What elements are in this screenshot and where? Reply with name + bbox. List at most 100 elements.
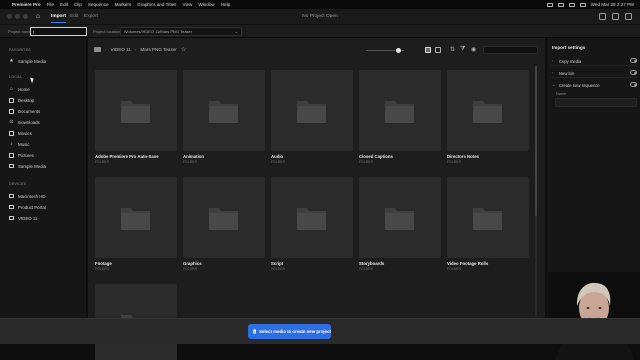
select-media-prompt[interactable]: i Select media to create new project <box>248 324 331 339</box>
sidebar-item-label: Desktop <box>18 97 35 103</box>
sidebar-item-desktop[interactable]: Desktop <box>9 96 34 104</box>
tab-edit[interactable]: Edit <box>70 14 78 19</box>
sidebar-item-video-11[interactable]: VIDEO 11 <box>9 214 37 222</box>
scrollbar[interactable] <box>535 66 537 316</box>
minimize-window-button[interactable] <box>15 14 20 19</box>
project-name-input[interactable]: | <box>30 27 87 36</box>
folder-name: Closed Captions <box>359 154 393 159</box>
folder-thumbnail[interactable] <box>271 70 353 151</box>
sidebar-item-product-portal[interactable]: Product Portal <box>9 203 46 211</box>
folder-thumbnail[interactable] <box>183 70 265 151</box>
folder-thumbnail[interactable] <box>95 177 177 258</box>
menu-clip[interactable]: Clip <box>74 2 82 7</box>
folder-name: Directors Notes <box>447 154 479 159</box>
menu-graphics-and-titles[interactable]: Graphics and Titles <box>137 2 176 7</box>
window-controls <box>7 14 28 19</box>
tab-export[interactable]: Export <box>84 14 98 19</box>
folder-thumbnail[interactable] <box>359 70 441 151</box>
folder-card[interactable]: Audio FOLDER <box>271 70 353 164</box>
sidebar-item-music[interactable]: ♪ Music <box>9 140 29 148</box>
sidebar-item-macintosh-hd[interactable]: Macintosh HD <box>9 192 46 200</box>
project-location-select[interactable]: /Volumes/VIDEO 11/Mars PNG Teaser ⌄ <box>120 27 242 36</box>
sidebar-item-label: Downloads <box>18 119 40 125</box>
folder-thumbnail[interactable] <box>447 177 529 258</box>
search-input[interactable] <box>483 46 538 54</box>
folder-card[interactable]: Adobe Premiere Pro Auto-Save FOLDER <box>95 70 177 164</box>
sidebar-item-downloads[interactable]: ⊙ Downloads <box>9 118 40 126</box>
sort-icon[interactable]: ⇅ <box>450 46 455 53</box>
folder-card[interactable]: Directors Notes FOLDER <box>447 70 529 164</box>
control-center-icon[interactable] <box>579 2 586 7</box>
sidebar-item-home[interactable]: ⌂ Home <box>9 85 30 93</box>
folder-icon <box>473 101 502 123</box>
home-icon[interactable]: ⌂ <box>34 13 42 21</box>
sidebar-item-documents[interactable]: Documents <box>9 107 40 115</box>
sidebar-item-sample-media-favorite[interactable]: ★ Sample Media <box>9 57 46 65</box>
folder-thumbnail[interactable] <box>359 177 441 258</box>
sidebar-item-pictures[interactable]: Pictures <box>9 151 34 159</box>
sidebar-item-movies[interactable]: Movies <box>9 129 32 137</box>
scrollbar-thumb[interactable] <box>535 66 537 216</box>
create-sequence-row[interactable]: ⌄ Create new sequence <box>551 80 637 90</box>
chevron-down-icon: ⌄ <box>234 29 238 34</box>
sidebar-item-label: Sample Media <box>18 58 47 64</box>
option-label: Copy media <box>559 59 582 64</box>
chevron-down-icon: ⌄ <box>552 82 556 87</box>
breadcrumb-mars-png-teaser[interactable]: Mars PNG Teaser <box>140 47 176 52</box>
sidebar-item-sample-media[interactable]: Sample Media <box>9 162 46 170</box>
sidebar-item-label: Pictures <box>18 152 34 158</box>
star-icon: ★ <box>9 57 14 64</box>
menu-help[interactable]: Help <box>221 2 230 7</box>
menu-file[interactable]: File <box>47 2 54 7</box>
workspaces-icon[interactable] <box>599 13 606 20</box>
battery-icon[interactable] <box>557 2 564 7</box>
folder-card[interactable]: Footage FOLDER <box>95 177 177 271</box>
folder-card[interactable]: Script FOLDER <box>271 177 353 271</box>
menu-window[interactable]: Window <box>198 2 214 7</box>
menu-sequence[interactable]: Sequence <box>88 2 109 7</box>
list-view-icon[interactable] <box>435 47 441 53</box>
folder-thumbnail[interactable] <box>271 177 353 258</box>
new-bin-row[interactable]: › New bin <box>551 68 637 78</box>
folder-thumbnail[interactable] <box>447 70 529 151</box>
menu-clock[interactable]: Wed Mar 29 2:27 PM <box>591 2 634 7</box>
breadcrumb-video-11[interactable]: VIDEO 11 <box>111 47 131 52</box>
menu-markers[interactable]: Markers <box>115 2 132 7</box>
folder-card[interactable]: Animation FOLDER <box>183 70 265 164</box>
close-window-button[interactable] <box>7 14 12 19</box>
copy-media-row[interactable]: › Copy media <box>551 56 637 66</box>
folder-name: Adobe Premiere Pro Auto-Save <box>95 154 159 159</box>
folder-thumbnail[interactable] <box>95 70 177 151</box>
zoom-window-button[interactable] <box>23 14 28 19</box>
wifi-icon[interactable] <box>568 2 575 7</box>
filter-icon[interactable]: ⧩ <box>460 46 465 53</box>
new-bin-toggle[interactable] <box>630 70 637 75</box>
folder-card[interactable]: Closed Captions FOLDER <box>359 70 441 164</box>
home-icon: ⌂ <box>9 85 14 92</box>
folder-card[interactable]: Graphics FOLDER <box>183 177 265 271</box>
create-sequence-toggle[interactable] <box>630 82 637 87</box>
slider-knob[interactable] <box>396 48 401 53</box>
quick-export-icon[interactable] <box>612 13 619 20</box>
fullscreen-icon[interactable] <box>625 13 632 20</box>
thumbnail-size-slider[interactable] <box>366 48 404 53</box>
folder-card[interactable]: Storyboards FOLDER <box>359 177 441 271</box>
movies-icon <box>9 130 14 136</box>
menu-premiere-pro[interactable]: Premiere Pro <box>12 2 41 7</box>
favorite-star-icon[interactable]: ☆ <box>181 46 186 53</box>
copy-media-toggle[interactable] <box>630 58 637 63</box>
eye-icon[interactable]: ◉ <box>471 46 476 53</box>
project-bar: Project name | Project location /Volumes… <box>0 25 640 38</box>
grid-view-icon[interactable] <box>425 47 431 53</box>
sidebar-item-label: Movies <box>18 130 32 136</box>
tab-import[interactable]: Import <box>51 14 66 23</box>
drive-icon[interactable] <box>94 47 101 52</box>
menu-edit[interactable]: Edit <box>60 2 68 7</box>
sequence-name-input[interactable] <box>555 98 637 107</box>
status-tray-icon[interactable] <box>546 2 553 7</box>
folder-name: Video Footage Rolls <box>447 261 489 266</box>
folder-thumbnail[interactable] <box>183 177 265 258</box>
folder-card[interactable]: Video Footage Rolls FOLDER <box>447 177 529 271</box>
menu-view[interactable]: View <box>182 2 192 7</box>
sidebar-item-label: Product Portal <box>18 204 46 210</box>
